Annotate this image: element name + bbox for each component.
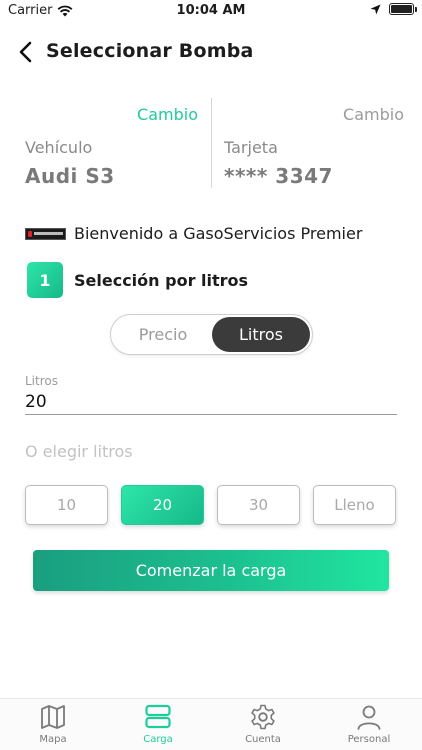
- logo-bar: [34, 232, 63, 235]
- start-fueling-button[interactable]: Comenzar la carga: [33, 550, 389, 591]
- back-button[interactable]: [12, 38, 38, 66]
- liters-option-20[interactable]: 20: [121, 485, 204, 525]
- chevron-left-icon: [19, 41, 32, 63]
- status-bar: Carrier 10:04 AM: [0, 0, 422, 22]
- logo-mark: [28, 230, 32, 237]
- tab-bar: Mapa Carga Cuenta Personal: [0, 698, 422, 750]
- choose-liters-label: O elegir litros: [25, 442, 133, 461]
- liters-input[interactable]: [25, 389, 397, 415]
- battery-icon: [389, 3, 417, 15]
- vehicle-value: Audi S3: [25, 164, 115, 188]
- mode-liters-option[interactable]: Litros: [212, 317, 310, 352]
- tab-account-label: Cuenta: [245, 734, 281, 745]
- header: Seleccionar Bomba: [0, 32, 422, 72]
- vehicle-card-panel: Cambio Cambio Vehículo Audi S3 Tarjeta *…: [0, 96, 422, 192]
- location-arrow-icon: [370, 4, 381, 14]
- map-icon: [41, 705, 65, 729]
- change-card-link[interactable]: Cambio: [343, 105, 404, 124]
- tab-map-label: Mapa: [39, 734, 67, 745]
- tab-load-label: Carga: [143, 734, 173, 745]
- battery-fill: [391, 5, 412, 13]
- mode-price-option[interactable]: Precio: [114, 317, 212, 352]
- tab-personal[interactable]: Personal: [327, 703, 411, 750]
- liters-input-label: Litros: [25, 374, 58, 388]
- liters-option-full[interactable]: Lleno: [313, 485, 396, 525]
- person-icon: [357, 705, 381, 730]
- liters-option-10[interactable]: 10: [25, 485, 108, 525]
- tab-load[interactable]: Carga: [116, 703, 200, 750]
- station-welcome-text: Bienvenido a GasoServicios Premier: [74, 224, 363, 243]
- page-title: Seleccionar Bomba: [46, 40, 254, 62]
- vehicle-label: Vehículo: [25, 138, 93, 157]
- fuel-load-icon: [145, 704, 171, 729]
- tab-map[interactable]: Mapa: [11, 703, 95, 750]
- liters-option-30[interactable]: 30: [217, 485, 300, 525]
- mode-toggle: Precio Litros: [110, 314, 313, 355]
- card-label: Tarjeta: [224, 138, 278, 157]
- step-number-badge: 1: [27, 262, 63, 298]
- station-welcome: Bienvenido a GasoServicios Premier: [25, 224, 362, 243]
- step-label: Selección por litros: [74, 270, 249, 290]
- status-right: [370, 3, 417, 15]
- tab-personal-label: Personal: [347, 734, 391, 745]
- change-vehicle-link[interactable]: Cambio: [137, 105, 198, 124]
- tab-account[interactable]: Cuenta: [221, 703, 305, 750]
- vertical-divider: [211, 98, 212, 188]
- gear-icon: [251, 704, 275, 730]
- step-row: 1 Selección por litros: [27, 262, 248, 298]
- card-value: **** 3347: [224, 164, 333, 188]
- station-logo-icon: [25, 227, 66, 240]
- status-time: 10:04 AM: [176, 3, 246, 18]
